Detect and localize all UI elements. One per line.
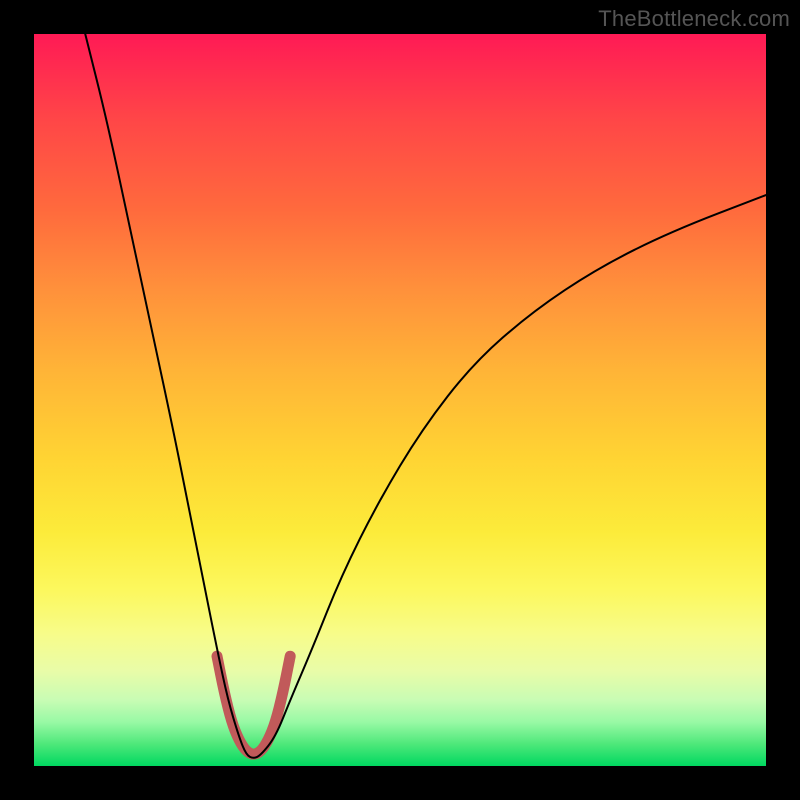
- bottleneck-curve: [85, 34, 766, 758]
- curve-layer: [34, 34, 766, 766]
- attribution-text: TheBottleneck.com: [598, 6, 790, 32]
- nadir-band: [217, 656, 290, 754]
- chart-frame: TheBottleneck.com: [0, 0, 800, 800]
